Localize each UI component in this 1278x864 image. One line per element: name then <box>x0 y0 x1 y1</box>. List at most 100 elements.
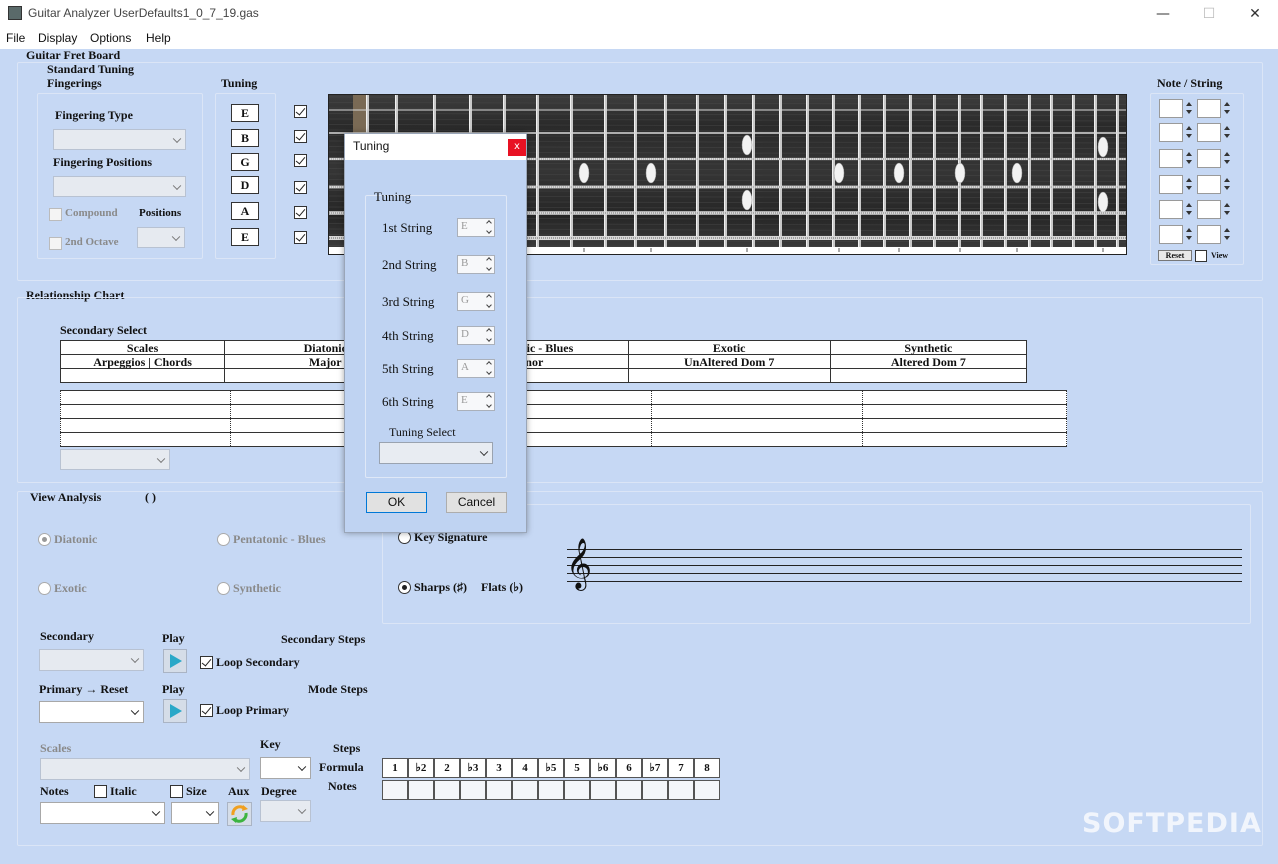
note-spinner-4[interactable] <box>1159 175 1183 194</box>
compound-checkbox[interactable] <box>49 208 62 221</box>
note-spinner-5[interactable] <box>1159 200 1183 219</box>
formula-step[interactable]: ♭7 <box>642 758 668 778</box>
header-scales[interactable]: Scales <box>59 340 226 355</box>
string-2-checkbox[interactable] <box>294 130 307 143</box>
string-spin-arrows-3[interactable] <box>1222 149 1232 168</box>
note-spin-arrows-4[interactable] <box>1184 175 1194 194</box>
string-spin-arrows-6[interactable] <box>1222 225 1232 244</box>
aux-refresh-button[interactable] <box>227 802 252 826</box>
secondary-select-table[interactable]: Scales Diatonic Pentatonic - Blues Exoti… <box>59 340 1028 383</box>
menu-options[interactable]: Options <box>90 31 131 45</box>
relationship-dropdown[interactable] <box>60 449 170 470</box>
formula-step[interactable]: ♭2 <box>408 758 434 778</box>
dialog-close-button[interactable]: x <box>508 139 526 156</box>
tuning-select-dropdown[interactable] <box>379 442 493 464</box>
notes-step[interactable] <box>460 780 486 800</box>
note-spinner-6[interactable] <box>1159 225 1183 244</box>
loop-secondary-checkbox[interactable] <box>200 656 213 669</box>
notes-step[interactable] <box>408 780 434 800</box>
formula-step[interactable]: 6 <box>616 758 642 778</box>
string-2-tuning[interactable]: B <box>231 129 259 147</box>
string-1-tuning[interactable]: E <box>231 104 259 122</box>
positions-dropdown[interactable] <box>137 227 185 248</box>
string-spin-arrows-2[interactable] <box>1222 123 1232 142</box>
degree-dropdown[interactable] <box>260 800 311 822</box>
second-octave-checkbox[interactable] <box>49 237 62 250</box>
note-spinner-2[interactable] <box>1159 123 1183 142</box>
dialog-string-spinner[interactable]: D <box>457 326 495 345</box>
sub-arpeggios-chords[interactable]: Arpeggios | Chords <box>59 354 226 369</box>
formula-step[interactable]: ♭5 <box>538 758 564 778</box>
note-spin-arrows-1[interactable] <box>1184 99 1194 118</box>
table-cell[interactable] <box>627 368 831 383</box>
dialog-string-spinner[interactable]: A <box>457 359 495 378</box>
notes-step[interactable] <box>616 780 642 800</box>
notes-step[interactable] <box>564 780 590 800</box>
note-spin-arrows-2[interactable] <box>1184 123 1194 142</box>
string-spinner-4[interactable] <box>1197 175 1221 194</box>
primary-dropdown[interactable] <box>39 701 144 723</box>
notes-step[interactable] <box>434 780 460 800</box>
string-spinner-6[interactable] <box>1197 225 1221 244</box>
view-checkbox[interactable] <box>1195 250 1207 262</box>
reset-button[interactable]: Reset <box>1158 250 1192 261</box>
note-spinner-3[interactable] <box>1159 149 1183 168</box>
note-spin-arrows-6[interactable] <box>1184 225 1194 244</box>
string-spin-arrows-4[interactable] <box>1222 175 1232 194</box>
string-3-tuning[interactable]: G <box>231 153 259 171</box>
notes-step[interactable] <box>382 780 408 800</box>
formula-step[interactable]: 2 <box>434 758 460 778</box>
play-primary-button[interactable] <box>163 699 187 723</box>
dialog-string-spinner[interactable]: G <box>457 292 495 311</box>
size-dropdown[interactable] <box>171 802 219 824</box>
string-spin-arrows-5[interactable] <box>1222 200 1232 219</box>
string-spinner-2[interactable] <box>1197 123 1221 142</box>
string-5-checkbox[interactable] <box>294 206 307 219</box>
menu-help[interactable]: Help <box>146 31 171 45</box>
notes-step[interactable] <box>538 780 564 800</box>
sub-unaltered-dom7[interactable]: UnAltered Dom 7 <box>627 354 831 369</box>
string-spinner-1[interactable] <box>1197 99 1221 118</box>
diatonic-radio[interactable] <box>38 533 51 546</box>
string-spinner-5[interactable] <box>1197 200 1221 219</box>
ok-button[interactable]: OK <box>366 492 427 513</box>
key-dropdown[interactable] <box>260 757 311 779</box>
notes-step[interactable] <box>486 780 512 800</box>
relationship-results-table[interactable] <box>60 390 1067 447</box>
notes-step[interactable] <box>642 780 668 800</box>
pentatonic-radio[interactable] <box>217 533 230 546</box>
sub-altered-dom7[interactable]: Altered Dom 7 <box>829 354 1028 369</box>
string-1-checkbox[interactable] <box>294 105 307 118</box>
fingering-type-dropdown[interactable] <box>53 129 186 150</box>
formula-step[interactable]: 5 <box>564 758 590 778</box>
notes-step[interactable] <box>668 780 694 800</box>
notes-step[interactable] <box>590 780 616 800</box>
formula-step[interactable]: 3 <box>486 758 512 778</box>
secondary-dropdown[interactable] <box>39 649 144 671</box>
notes-step[interactable] <box>512 780 538 800</box>
formula-step[interactable]: 1 <box>382 758 408 778</box>
maximize-button[interactable]: ☐ <box>1186 0 1232 29</box>
formula-step[interactable]: 4 <box>512 758 538 778</box>
italic-checkbox[interactable] <box>94 785 107 798</box>
string-6-checkbox[interactable] <box>294 231 307 244</box>
string-spinner-3[interactable] <box>1197 149 1221 168</box>
table-cell[interactable] <box>829 368 1028 383</box>
minimize-button[interactable]: — <box>1140 0 1186 29</box>
scales-dropdown[interactable] <box>40 758 250 780</box>
menu-file[interactable]: File <box>6 31 25 45</box>
sharps-flats-radio[interactable] <box>398 581 411 594</box>
note-spin-arrows-5[interactable] <box>1184 200 1194 219</box>
notes-dropdown[interactable] <box>40 802 165 824</box>
note-spinner-1[interactable] <box>1159 99 1183 118</box>
notes-step[interactable] <box>694 780 720 800</box>
formula-step[interactable]: 7 <box>668 758 694 778</box>
dialog-string-spinner[interactable]: E <box>457 392 495 411</box>
string-6-tuning[interactable]: E <box>231 228 259 246</box>
synthetic-radio[interactable] <box>217 582 230 595</box>
close-button[interactable]: ✕ <box>1232 0 1278 29</box>
exotic-radio[interactable] <box>38 582 51 595</box>
string-5-tuning[interactable]: A <box>231 202 259 220</box>
formula-step[interactable]: 8 <box>694 758 720 778</box>
menu-display[interactable]: Display <box>38 31 77 45</box>
